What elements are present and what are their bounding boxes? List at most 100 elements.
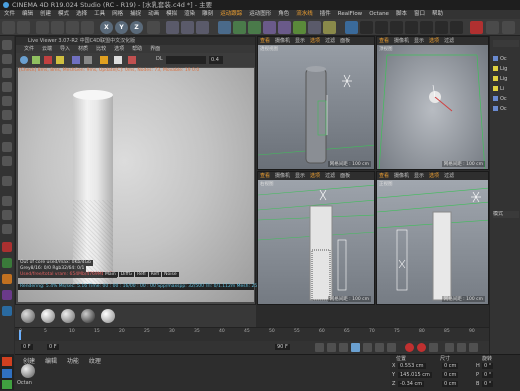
menu-item[interactable]: 帮助 — [432, 11, 443, 17]
octane-material-icon[interactable] — [375, 21, 388, 34]
xpresso-icon[interactable] — [2, 290, 12, 300]
render-pass-button[interactable]: Refl — [148, 272, 162, 277]
viewport-right[interactable]: 查看 摄像机 显示 选项 过滤 面板 右视图 网格间距 : 100 cm — [257, 171, 375, 305]
stop-render-icon[interactable] — [44, 56, 52, 64]
planar-workplane-icon[interactable] — [2, 224, 12, 234]
menu-item[interactable]: 插件 — [320, 11, 331, 17]
live-viewer-menu-item[interactable]: 云端 — [42, 46, 52, 52]
camera-icon[interactable] — [308, 21, 321, 34]
live-viewer-menu-item[interactable]: 界面 — [150, 46, 160, 52]
menu-item[interactable]: 网格 — [112, 11, 123, 17]
octane-live-viewer-icon[interactable] — [345, 21, 358, 34]
position-key-icon[interactable] — [445, 343, 454, 352]
menu-item[interactable]: 流水线 — [296, 11, 313, 17]
live-viewer-menu-item[interactable]: 选项 — [114, 46, 124, 52]
menu-item[interactable]: 选择 — [76, 11, 87, 17]
floor-icon[interactable] — [293, 21, 306, 34]
octane-daylight-icon[interactable] — [420, 21, 433, 34]
attributes-tab[interactable]: 模式 — [493, 211, 519, 218]
make-editable-icon[interactable] — [2, 40, 12, 50]
octane-camera-icon[interactable] — [390, 21, 403, 34]
material-ball[interactable] — [101, 309, 115, 323]
menu-item[interactable]: 角色 — [278, 11, 289, 17]
menu-item[interactable]: Octane — [369, 11, 389, 17]
cube-primitive-icon[interactable] — [218, 21, 231, 34]
rotate-tool-icon[interactable] — [81, 21, 94, 34]
next-key-icon[interactable] — [375, 343, 384, 352]
material-menu-function[interactable]: 功能 — [67, 358, 79, 365]
subdivision-icon[interactable] — [248, 21, 261, 34]
frame-end[interactable]: 90 F — [273, 344, 290, 350]
menu-item[interactable]: 动画 — [148, 11, 159, 17]
color-pick-icon[interactable] — [114, 56, 122, 64]
script-icon[interactable] — [2, 306, 12, 316]
undo-icon[interactable] — [2, 21, 15, 34]
coordinate-system-icon[interactable] — [147, 21, 160, 34]
timeline-ruler[interactable]: 0 5 10 15 20 25 30 35 40 45 50 55 60 65 70 75 80 85 90 — [15, 327, 489, 341]
menu-item[interactable]: 模式 — [58, 11, 69, 17]
octane-object-tag-icon[interactable] — [435, 21, 448, 34]
app-icon[interactable] — [2, 369, 12, 378]
app-icon[interactable] — [2, 380, 12, 389]
kernel-select[interactable] — [166, 56, 206, 64]
python-icon[interactable] — [2, 258, 12, 268]
scale-tool-icon[interactable] — [66, 21, 79, 34]
render-pass-button[interactable]: DiffG — [118, 272, 135, 277]
material-ball[interactable] — [61, 309, 75, 323]
points-mode-icon[interactable] — [2, 96, 12, 106]
pen-spline-icon[interactable] — [233, 21, 246, 34]
octane-fog-icon[interactable] — [450, 21, 463, 34]
render-pass-button[interactable]: Noise — [162, 272, 179, 277]
model-mode-icon[interactable] — [2, 54, 12, 64]
menu-item[interactable]: 雕刻 — [202, 11, 213, 17]
live-viewer-menu-item[interactable]: 文件 — [24, 46, 34, 52]
lock-workplane-icon[interactable] — [2, 210, 12, 220]
scale-key-icon[interactable] — [457, 343, 466, 352]
menu-item[interactable]: 捕捉 — [130, 11, 141, 17]
menu-item[interactable]: 窗口 — [414, 11, 425, 17]
edges-mode-icon[interactable] — [2, 110, 12, 120]
plugin-icon[interactable] — [2, 274, 12, 284]
menu-item[interactable]: 运动跟踪 — [220, 11, 242, 17]
material-thumbnail[interactable] — [21, 364, 35, 378]
zoom-input[interactable]: 0.4 — [209, 56, 223, 64]
solo-mode-icon[interactable] — [2, 176, 12, 186]
render-view-icon[interactable] — [166, 21, 179, 34]
layout-icon[interactable] — [486, 21, 499, 34]
live-viewer-menu-item[interactable]: 导入 — [60, 46, 70, 52]
viewport-front[interactable]: 查看 摄像机 显示 选项 过滤 正视图 网格间距 : 100 cm — [376, 171, 489, 305]
axis-y-toggle[interactable]: Y — [115, 21, 128, 34]
live-viewer-menu-item[interactable]: 比较 — [96, 46, 106, 52]
material-ball[interactable] — [41, 309, 55, 323]
axis-x-toggle[interactable]: X — [100, 21, 113, 34]
menu-item[interactable]: RealFlow — [338, 11, 362, 17]
coord-position-field[interactable]: 0.553 cm — [398, 363, 426, 369]
menu-item[interactable]: 工具 — [94, 11, 105, 17]
send-scene-icon[interactable] — [20, 56, 28, 64]
autokey-icon[interactable] — [417, 343, 426, 352]
render-pass-button[interactable]: Refl — [135, 272, 148, 277]
coord-rotation-field[interactable]: 0 ° — [482, 372, 494, 378]
render-to-picture-viewer-icon[interactable] — [181, 21, 194, 34]
coord-position-field[interactable]: 145.015 cm — [398, 372, 432, 378]
render-pass-button[interactable]: Main — [103, 272, 118, 277]
live-viewer-menu-item[interactable]: 材质 — [78, 46, 88, 52]
menu-item[interactable]: 创建 — [40, 11, 51, 17]
live-viewer-menu-item[interactable]: 帮助 — [132, 46, 142, 52]
rotation-key-icon[interactable] — [469, 343, 478, 352]
material-ball[interactable] — [81, 309, 95, 323]
go-to-start-icon[interactable] — [315, 343, 324, 352]
array-icon[interactable] — [263, 21, 276, 34]
material-menu-edit[interactable]: 编辑 — [45, 358, 57, 365]
coord-rotation-field[interactable]: 0 ° — [482, 381, 494, 387]
panel-menu-icon[interactable] — [502, 21, 515, 34]
magnet-icon[interactable] — [2, 242, 12, 252]
frame-start[interactable]: 0 F — [19, 344, 33, 350]
snap-icon[interactable] — [2, 196, 12, 206]
psr-reset-icon[interactable] — [470, 21, 483, 34]
pause-render-icon[interactable] — [56, 56, 64, 64]
keyframe-selection-icon[interactable] — [429, 343, 438, 352]
render-settings-icon[interactable] — [196, 21, 209, 34]
viewport-perspective[interactable]: 查看 摄像机 显示 选项 过滤 面板 透视视图 网格间距 : 100 cm — [257, 36, 375, 170]
menu-item[interactable]: 运动图形 — [249, 11, 271, 17]
